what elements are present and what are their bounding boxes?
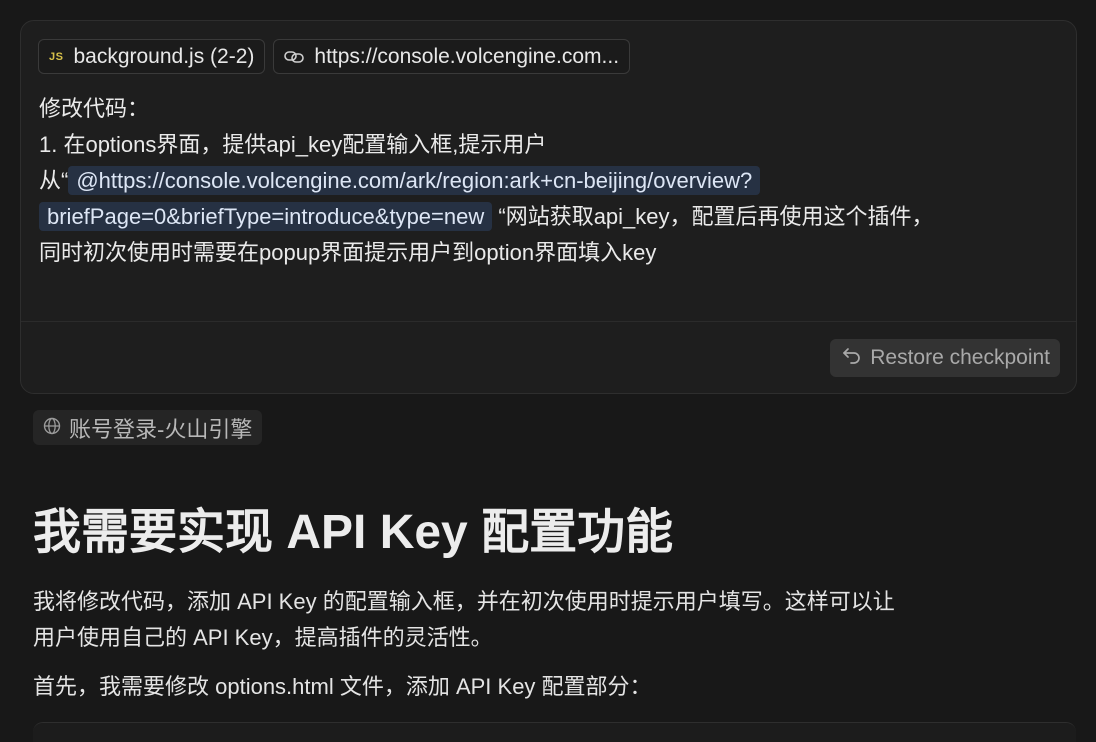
paragraph-line: 我将修改代码，添加 API Key 的配置输入框，并在初次使用时提示用户填写。这… xyxy=(33,589,895,614)
response-heading: 我需要实现 API Key 配置功能 xyxy=(33,506,674,559)
paragraph-line: 用户使用自己的 API Key，提高插件的灵活性。 xyxy=(33,625,493,650)
file-context-label: background.js (2-2) xyxy=(73,44,255,68)
url-mention-continued[interactable]: briefPage=0&briefType=introduce&type=new xyxy=(39,202,493,231)
response-paragraph: 首先，我需要修改 options.html 文件，添加 API Key 配置部分… xyxy=(33,674,652,699)
web-source-chip[interactable]: 账号登录-火山引擎 xyxy=(33,410,263,445)
user-message-text: 修改代码： 1. 在options界面，提供api_key配置输入框,提示用户 … xyxy=(39,91,1059,271)
code-block-top-edge xyxy=(33,722,1076,742)
message-line: 从“ @https://console.volcengine.com/ark/re… xyxy=(39,163,1059,199)
message-text: “网站获取api_key，配置后再使用这个插件， xyxy=(498,204,934,229)
javascript-file-icon: JS xyxy=(49,50,64,63)
globe-icon xyxy=(43,415,61,441)
restore-checkpoint-button[interactable]: Restore checkpoint xyxy=(830,339,1060,377)
file-context-chip[interactable]: JS background.js (2-2) xyxy=(38,39,266,74)
link-icon xyxy=(284,49,305,65)
quote-open: 从“ xyxy=(39,168,69,193)
message-line: 1. 在options界面，提供api_key配置输入框,提示用户 xyxy=(39,132,547,157)
card-divider xyxy=(21,321,1076,322)
user-message-card[interactable]: JS background.js (2-2) https://console.v… xyxy=(20,20,1077,394)
message-line: briefPage=0&briefType=introduce&type=new… xyxy=(39,199,1059,235)
link-context-chip[interactable]: https://console.volcengine.com... xyxy=(273,39,631,74)
restore-checkpoint-label: Restore checkpoint xyxy=(870,346,1050,369)
link-context-label: https://console.volcengine.com... xyxy=(314,44,620,68)
web-source-label: 账号登录-火山引擎 xyxy=(69,416,253,442)
response-paragraph: 我将修改代码，添加 API Key 的配置输入框，并在初次使用时提示用户填写。这… xyxy=(33,584,1073,656)
undo-arrow-icon xyxy=(842,346,862,370)
url-mention[interactable]: @https://console.volcengine.com/ark/regi… xyxy=(68,166,761,195)
message-line: 修改代码： xyxy=(39,96,150,121)
message-line: 同时初次使用时需要在popup界面提示用户到option界面填入key xyxy=(39,240,657,265)
context-chips: JS background.js (2-2) https://console.v… xyxy=(38,39,631,74)
